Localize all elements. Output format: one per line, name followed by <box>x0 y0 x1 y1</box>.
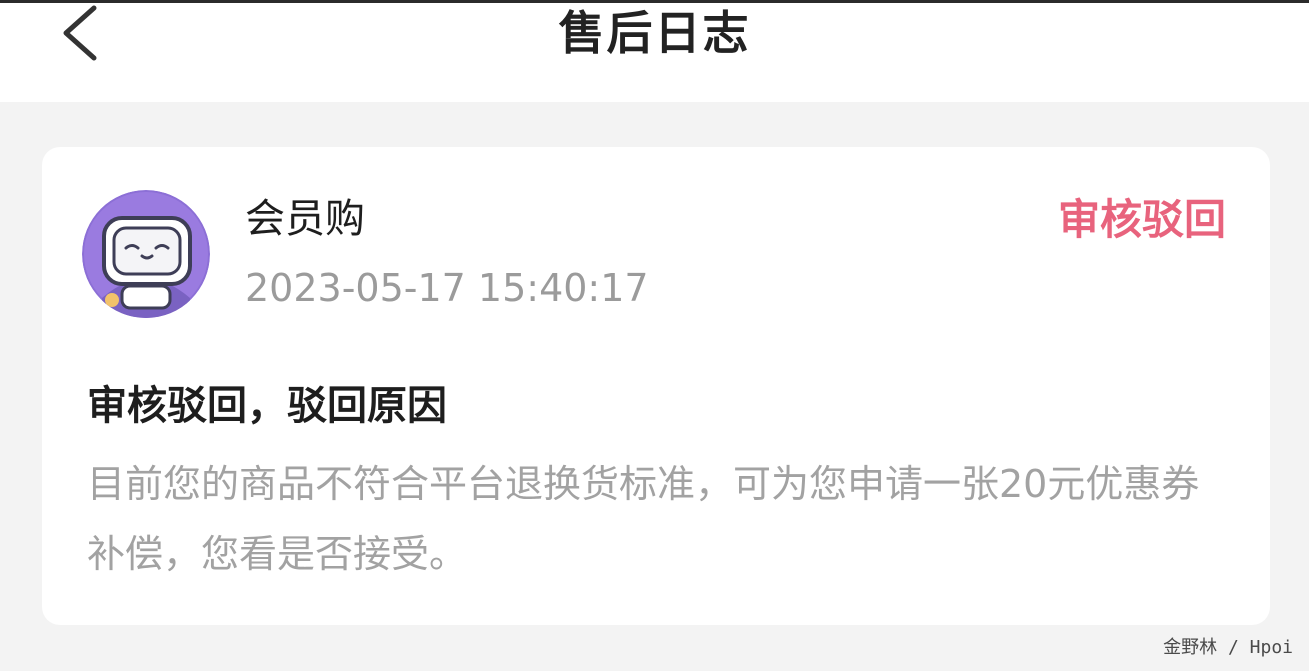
watermark: 金野林 / Hpoi <box>1163 637 1293 658</box>
log-reason-title: 审核驳回，驳回原因 <box>87 383 447 429</box>
avatar <box>82 190 210 318</box>
robot-mascot-icon <box>82 190 210 318</box>
log-reason-body: 目前您的商品不符合平台退换货标准，可为您申请一张20元优惠券补偿，您看是否接受。 <box>87 462 1200 576</box>
log-timestamp: 2023-05-17 15:40:17 <box>245 266 649 310</box>
nav-header: 售后日志 <box>0 3 1309 102</box>
after-sale-log-card: 会员购 2023-05-17 15:40:17 审核驳回 审核驳回，驳回原因 目… <box>42 147 1270 625</box>
status-badge: 审核驳回 <box>1057 195 1226 244</box>
shop-name: 会员购 <box>245 196 365 242</box>
page-title: 售后日志 <box>558 6 751 60</box>
